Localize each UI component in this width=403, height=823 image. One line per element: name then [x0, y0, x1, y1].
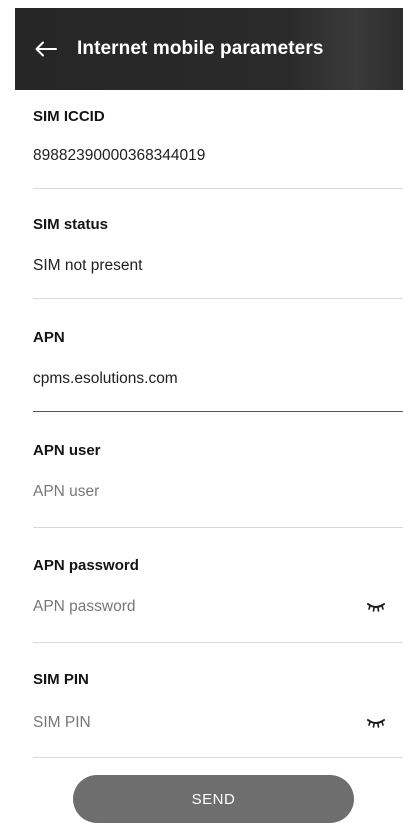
send-button[interactable]: SEND [73, 775, 354, 823]
sim-status-label: SIM status [33, 216, 109, 233]
back-arrow-icon [35, 41, 57, 57]
divider [33, 642, 403, 643]
apn-password-label: APN password [33, 557, 139, 574]
divider [33, 527, 403, 528]
back-button[interactable] [35, 35, 63, 63]
apn-user-field[interactable] [33, 483, 403, 501]
eye-closed-icon[interactable] [367, 718, 385, 728]
divider [33, 757, 403, 758]
app-header: Internet mobile parameters [15, 8, 403, 90]
apn-field[interactable] [33, 370, 403, 388]
divider [33, 298, 403, 299]
apn-user-label: APN user [33, 442, 101, 459]
apn-field-underline [33, 411, 403, 412]
sim-pin-label: SIM PIN [33, 671, 89, 688]
sim-status-value: SIM not present [33, 257, 143, 274]
sim-iccid-label: SIM ICCID [33, 108, 105, 125]
eye-closed-icon[interactable] [367, 602, 385, 612]
sim-pin-field[interactable] [33, 714, 353, 732]
screen: Internet mobile parameters SIM ICCID 898… [0, 0, 403, 823]
sim-iccid-value: 89882390000368344019 [33, 147, 206, 164]
divider [33, 188, 403, 189]
apn-label: APN [33, 329, 65, 346]
apn-password-field[interactable] [33, 598, 353, 616]
page-title: Internet mobile parameters [77, 38, 324, 59]
